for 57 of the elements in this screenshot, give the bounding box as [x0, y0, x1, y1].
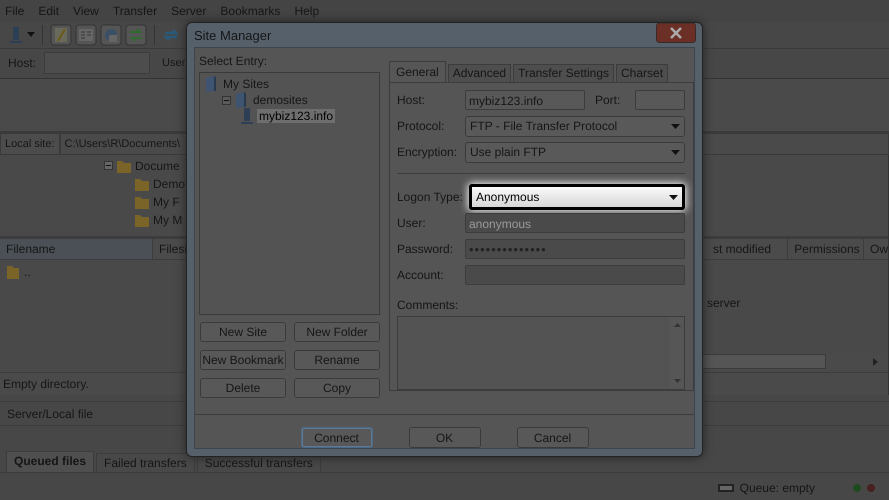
- folder-icon: [6, 264, 20, 280]
- file-name[interactable]: ..: [24, 264, 31, 279]
- entry-button[interactable]: Delete: [200, 378, 286, 398]
- close-icon[interactable]: [656, 23, 696, 43]
- select-entry-label: Select Entry:: [199, 54, 268, 70]
- port-field[interactable]: [635, 90, 685, 110]
- host-field[interactable]: mybiz123.info: [465, 90, 585, 110]
- dialog-button[interactable]: Connect: [300, 427, 372, 448]
- protocol-dropdown[interactable]: FTP - File Transfer Protocol: [465, 116, 685, 136]
- list-icon[interactable]: [75, 24, 97, 46]
- entry-button[interactable]: New Folder: [294, 322, 380, 342]
- entry-button[interactable]: Copy: [294, 378, 380, 398]
- settings-tab[interactable]: Charset: [616, 64, 668, 82]
- folder-icon: [234, 91, 248, 109]
- status-light-icon: [853, 484, 861, 492]
- entry-button[interactable]: New Site: [200, 322, 286, 342]
- settings-tab[interactable]: Advanced: [448, 64, 512, 82]
- column-header[interactable]: Filename: [0, 238, 153, 259]
- comments-field[interactable]: [397, 316, 685, 390]
- expander-icon[interactable]: [222, 96, 231, 104]
- tree-item[interactable]: My Sites: [221, 77, 272, 91]
- encryption-dropdown[interactable]: Use plain FTP: [465, 142, 685, 162]
- caret-icon[interactable]: [27, 32, 35, 38]
- logon-type-label: Logon Type:: [397, 190, 464, 204]
- status-light-icon: [867, 484, 875, 492]
- user-label: User:: [397, 216, 427, 230]
- folder-icon: [204, 75, 218, 93]
- dialog-title: Site Manager: [194, 28, 272, 42]
- arrows-icon[interactable]: [125, 24, 147, 46]
- queue-tab[interactable]: Queued files: [6, 451, 94, 472]
- server-icon: [240, 107, 254, 125]
- tree-item[interactable]: demosites: [251, 93, 310, 107]
- protocol-label: Protocol:: [397, 119, 446, 133]
- pencil-icon[interactable]: [50, 24, 72, 46]
- comments-label: Comments:: [397, 298, 460, 314]
- encryption-label: Encryption:: [397, 145, 458, 159]
- logon-type-dropdown[interactable]: Anonymous: [469, 184, 685, 210]
- caret-icon: [671, 124, 680, 128]
- expander-icon[interactable]: [104, 161, 113, 170]
- dialog-button[interactable]: OK: [408, 427, 480, 448]
- caret-icon: [669, 194, 678, 200]
- port-label: Port:: [594, 93, 622, 107]
- arrow-icon[interactable]: [674, 323, 680, 327]
- server-icon[interactable]: [8, 26, 24, 44]
- password-label: Password:: [397, 242, 454, 256]
- settings-tab[interactable]: Transfer Settings: [513, 64, 614, 82]
- tree-item[interactable]: mybiz123.info: [257, 109, 336, 123]
- dialog-button[interactable]: Cancel: [516, 427, 588, 448]
- arrow-icon[interactable]: [674, 379, 680, 383]
- host-label: Host:: [397, 93, 426, 107]
- entry-button[interactable]: Rename: [294, 350, 380, 370]
- speed-limit-icon: [718, 484, 734, 492]
- arrow-icon[interactable]: [873, 358, 878, 366]
- globe-icon[interactable]: [100, 24, 122, 46]
- entry-button[interactable]: New Bookmark: [200, 350, 286, 370]
- settings-tab[interactable]: General: [389, 61, 446, 82]
- account-label: Account:: [397, 268, 445, 282]
